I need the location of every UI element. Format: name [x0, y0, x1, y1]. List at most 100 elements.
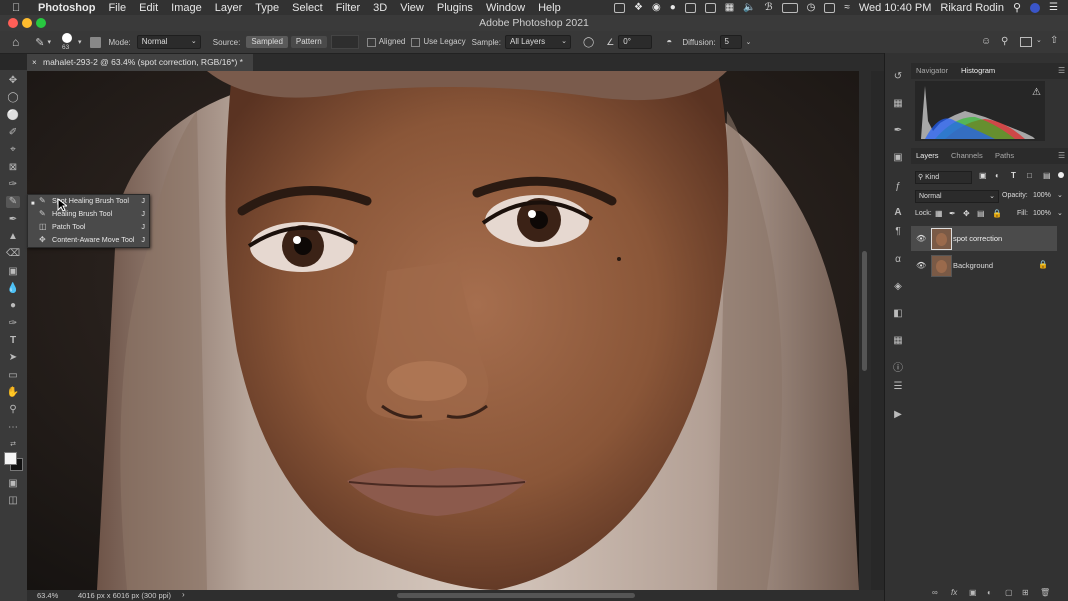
github-icon[interactable]: ●: [670, 2, 676, 13]
screen-mode-icon[interactable]: ◫: [6, 495, 20, 507]
visibility-eye-icon[interactable]: 👁: [916, 261, 926, 270]
layer-row-spot-correction[interactable]: 👁 spot correction: [911, 226, 1057, 251]
panel-menu-icon[interactable]: ☰: [1058, 148, 1065, 164]
siri-icon[interactable]: [1030, 2, 1041, 13]
bluetooth-icon[interactable]: ℬ: [765, 2, 773, 13]
pressure-size-icon[interactable]: ◓: [666, 37, 672, 48]
frame-tool-icon[interactable]: ⊠: [6, 162, 20, 174]
menu-3d[interactable]: 3D: [373, 2, 387, 14]
sample-select[interactable]: All Layers ⌄: [504, 35, 571, 49]
lasso-tool-icon[interactable]: ⚪: [6, 110, 20, 122]
source-pattern-button[interactable]: Pattern: [290, 36, 327, 48]
menu-layer[interactable]: Layer: [215, 2, 243, 14]
layer-name[interactable]: Background: [953, 261, 993, 270]
flyout-item-spot-healing[interactable]: ■ ✎ Spot Healing Brush Tool J: [28, 195, 149, 208]
gradient-tool-icon[interactable]: ▣: [6, 266, 20, 278]
menu-help[interactable]: Help: [538, 2, 561, 14]
scrollbar-thumb[interactable]: [862, 251, 867, 371]
brush-preset-picker[interactable]: 63: [59, 32, 75, 52]
delete-layer-icon[interactable]: 🗑: [1040, 588, 1050, 597]
visibility-eye-icon[interactable]: 👁: [916, 234, 926, 243]
layer-filter-kind-select[interactable]: ⚲ Kind: [915, 171, 972, 184]
clone-stamp-tool-icon[interactable]: ▲: [6, 231, 20, 243]
flyout-item-content-aware-move[interactable]: ✥ Content-Aware Move Tool J: [28, 234, 149, 247]
foreground-color-swatch[interactable]: [4, 452, 17, 465]
control-center-icon[interactable]: ☰: [1049, 2, 1058, 13]
spot-healing-tool-icon[interactable]: ✎: [6, 196, 20, 208]
time-machine-icon[interactable]: ◷: [807, 2, 816, 13]
pen-tool-icon[interactable]: ✑: [6, 318, 20, 330]
menu-window[interactable]: Window: [486, 2, 525, 14]
warning-icon[interactable]: ⚠: [1032, 87, 1041, 98]
swap-colors-icon[interactable]: ⇄: [6, 439, 20, 451]
tab-histogram[interactable]: Histogram: [961, 63, 995, 79]
path-selection-tool-icon[interactable]: ➤: [6, 352, 20, 364]
marquee-tool-icon[interactable]: ◯: [6, 92, 20, 104]
document-tab[interactable]: × mahalet-293-2 @ 63.4% (spot correction…: [27, 54, 253, 71]
flyout-item-patch[interactable]: ◫ Patch Tool J: [28, 221, 149, 234]
zoom-level[interactable]: 63.4%: [37, 591, 58, 600]
menu-file[interactable]: File: [108, 2, 126, 14]
angle-input[interactable]: 0°: [618, 35, 653, 49]
lock-position-icon[interactable]: ✥: [963, 209, 970, 218]
link-layers-icon[interactable]: ∞: [932, 588, 938, 597]
volume-icon[interactable]: 🔈: [743, 2, 755, 13]
minimize-window-button[interactable]: [22, 18, 32, 28]
glyphs-icon[interactable]: α: [891, 254, 905, 266]
menubar-clock[interactable]: Wed 10:40 PM: [859, 2, 932, 14]
document-canvas[interactable]: [27, 71, 859, 590]
lock-artboard-icon[interactable]: ▤: [977, 209, 985, 218]
source-sampled-button[interactable]: Sampled: [246, 36, 288, 48]
layer-row-background[interactable]: 👁 Background 🔒: [911, 253, 1057, 278]
brushes-icon[interactable]: ✒: [891, 125, 905, 137]
close-tab-icon[interactable]: ×: [32, 54, 37, 71]
hand-tool-icon[interactable]: ✋: [6, 387, 20, 399]
quick-selection-tool-icon[interactable]: ✐: [6, 127, 20, 139]
info-icon[interactable]: ⓘ: [891, 363, 905, 375]
new-group-icon[interactable]: ▢: [1005, 588, 1013, 597]
chevron-down-icon[interactable]: ▾: [47, 38, 51, 46]
eraser-tool-icon[interactable]: ⌫: [6, 248, 20, 260]
diffusion-select[interactable]: 5: [719, 35, 742, 49]
type-tool-icon[interactable]: T: [6, 335, 20, 347]
horizontal-scrollbar-thumb[interactable]: [397, 593, 635, 598]
quick-mask-icon[interactable]: ▣: [6, 478, 20, 490]
use-legacy-checkbox[interactable]: Use Legacy: [411, 37, 466, 47]
character-icon[interactable]: A: [891, 207, 905, 219]
tab-layers[interactable]: Layers: [916, 148, 939, 164]
lock-transparent-icon[interactable]: ▦: [935, 209, 943, 218]
paragraph-icon[interactable]: ¶: [891, 226, 905, 238]
close-window-button[interactable]: [8, 18, 18, 28]
brush-tool-icon[interactable]: ✒: [6, 214, 20, 226]
airplay-icon[interactable]: [824, 2, 836, 13]
properties-icon[interactable]: ☰: [891, 381, 905, 393]
home-icon[interactable]: ⌂: [12, 35, 19, 49]
tables-icon[interactable]: ▦: [891, 335, 905, 347]
brush-settings-icon[interactable]: [89, 36, 101, 48]
tab-navigator[interactable]: Navigator: [916, 63, 948, 79]
more-tools-icon[interactable]: ⋯: [6, 422, 20, 434]
lock-all-icon[interactable]: 🔒: [992, 209, 1002, 218]
panel-menu-icon[interactable]: ☰: [1058, 63, 1065, 79]
tab-channels[interactable]: Channels: [951, 148, 983, 164]
chevron-down-icon[interactable]: ⌄: [1057, 191, 1063, 199]
chevron-down-icon[interactable]: ⌄: [1057, 209, 1063, 217]
status-app-icon[interactable]: [614, 2, 626, 13]
menu-filter[interactable]: Filter: [336, 2, 360, 14]
actions-play-icon[interactable]: ▶: [891, 409, 905, 421]
share-icon[interactable]: ☺: [981, 36, 991, 47]
filter-toggle-icon[interactable]: [1058, 172, 1064, 178]
export-share-icon[interactable]: ⇧: [1050, 35, 1058, 46]
wifi-icon[interactable]: ≈: [844, 2, 850, 13]
flyout-item-healing-brush[interactable]: ✎ Healing Brush Tool J: [28, 208, 149, 221]
menu-app-photoshop[interactable]: Photoshop: [38, 2, 95, 14]
layer-name[interactable]: spot correction: [953, 234, 1002, 243]
add-mask-icon[interactable]: ▣: [969, 588, 977, 597]
crop-tool-icon[interactable]: ⌖: [6, 144, 20, 156]
pattern-picker[interactable]: [330, 35, 359, 49]
menu-type[interactable]: Type: [255, 2, 279, 14]
adjustments-icon[interactable]: ◧: [891, 308, 905, 320]
grid-icon[interactable]: ▦: [725, 2, 734, 13]
filter-smart-object-icon[interactable]: ▤: [1043, 171, 1051, 180]
screen-capture-icon[interactable]: [684, 2, 696, 13]
